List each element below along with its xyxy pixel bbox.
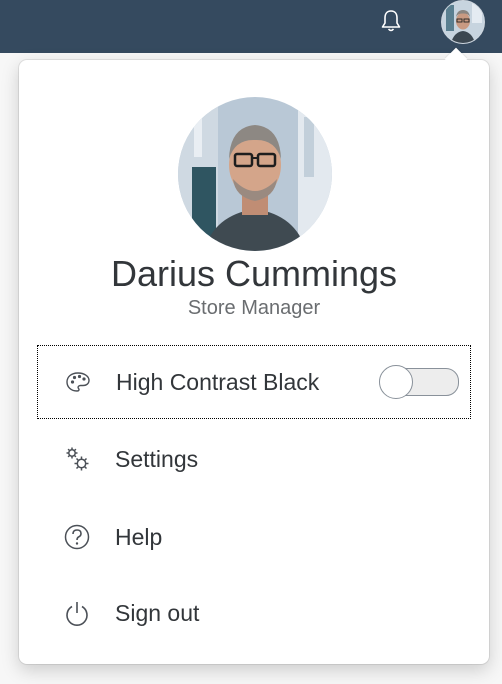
high-contrast-toggle[interactable] <box>379 365 459 399</box>
settings-label: Settings <box>115 445 199 472</box>
toggle-knob <box>379 365 413 399</box>
user-avatar-button[interactable] <box>441 0 485 44</box>
gears-icon <box>63 445 91 473</box>
bell-icon[interactable] <box>378 8 404 34</box>
shell-bar <box>0 0 502 53</box>
help-item[interactable]: Help <box>37 500 471 574</box>
user-menu-popover: Darius Cummings Store Manager High Contr… <box>19 60 489 664</box>
sign-out-item[interactable]: Sign out <box>37 576 471 650</box>
question-circle-icon <box>63 523 91 551</box>
profile-name: Darius Cummings <box>110 253 398 294</box>
high-contrast-label: High Contrast Black <box>116 368 320 395</box>
profile-avatar <box>178 97 332 251</box>
profile-role: Store Manager <box>187 297 321 319</box>
help-label: Help <box>115 523 163 550</box>
settings-item[interactable]: Settings <box>37 422 471 496</box>
high-contrast-black-item[interactable]: High Contrast Black <box>37 345 471 419</box>
palette-icon <box>64 368 92 396</box>
power-icon <box>63 599 91 627</box>
sign-out-label: Sign out <box>115 599 200 626</box>
